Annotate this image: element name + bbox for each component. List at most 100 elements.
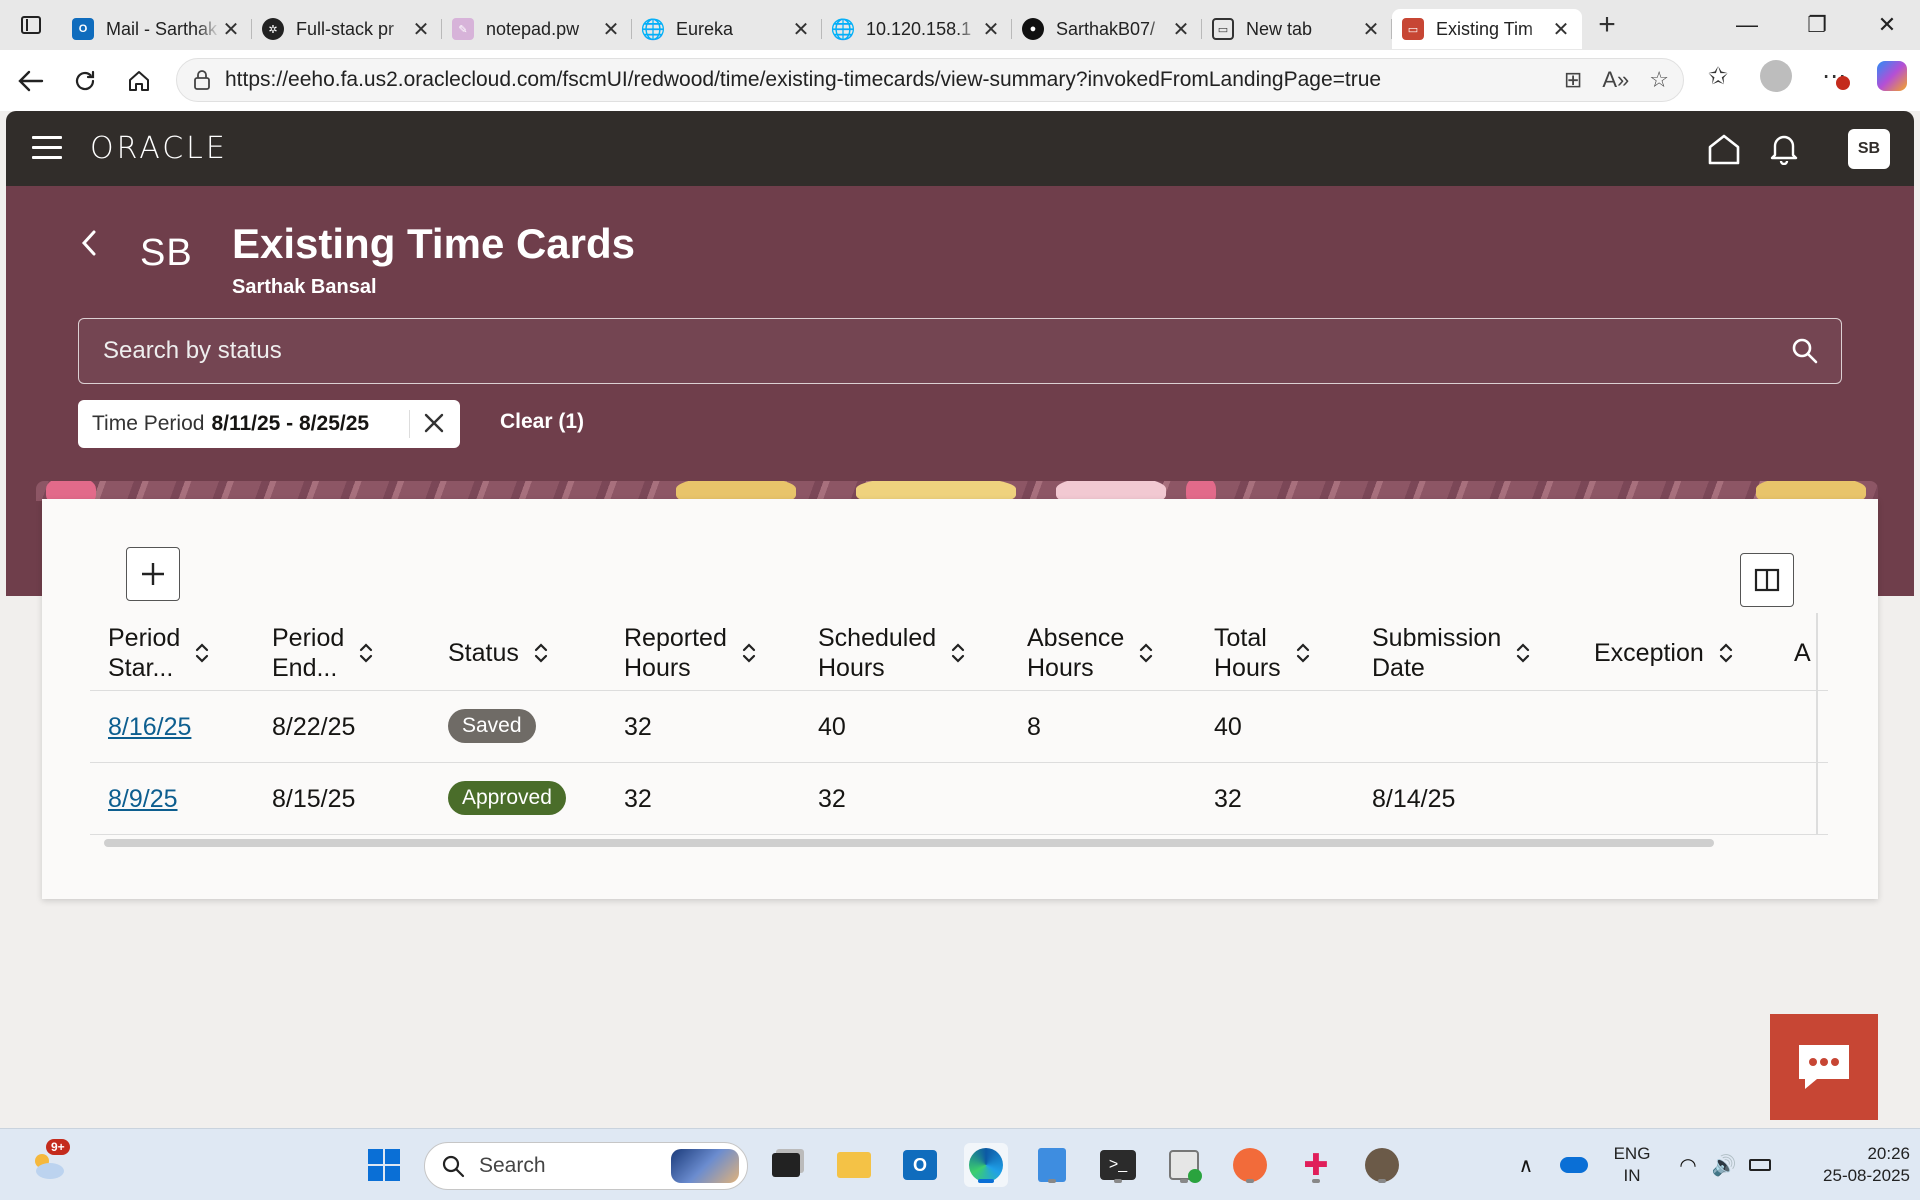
close-icon[interactable]: ✕ [600,17,622,42]
close-icon[interactable]: ✕ [980,17,1002,42]
edge-icon[interactable] [964,1143,1008,1187]
column-header-text: Star... [108,654,174,682]
profile-avatar[interactable] [1758,58,1794,94]
browser-tab[interactable]: ✎ notepad.pw ✕ [442,9,632,49]
tab-title: 10.120.158.1 [866,18,972,39]
browser-tab[interactable]: 🌐 Eureka ✕ [632,9,822,49]
column-header-total-hours[interactable]: Total Hours [1214,623,1311,683]
more-options-icon[interactable]: ⋯ [1816,58,1852,94]
search-icon[interactable] [1791,337,1819,365]
back-button[interactable] [4,59,58,103]
sort-icon[interactable] [194,641,210,665]
table-row[interactable]: 8/9/25 8/15/25 Approved 32 32 32 8/14/25 [90,763,1828,835]
notifications-bell-icon[interactable] [1762,127,1806,171]
file-explorer-icon[interactable] [832,1143,876,1187]
weather-icon[interactable]: 9+ [26,1139,70,1187]
horizontal-scrollbar[interactable] [90,837,1828,849]
copilot-icon[interactable] [1874,58,1910,94]
column-header-absence-hours[interactable]: Absence Hours [1027,623,1154,683]
period-start-link[interactable]: 8/16/25 [108,713,191,741]
user-menu-badge[interactable]: SB [1848,129,1890,169]
app-available-icon[interactable]: ⊞ [1564,67,1582,93]
favorite-star-icon[interactable]: ☆ [1649,67,1669,93]
column-header-period-start[interactable]: Period Star... [108,623,210,683]
restore-button[interactable]: ❐ [1782,0,1852,50]
close-icon[interactable]: ✕ [220,17,242,42]
feedback-chat-button[interactable] [1770,1014,1878,1120]
sort-icon[interactable] [533,641,549,665]
scrollbar-thumb[interactable] [104,839,1714,847]
column-header-exception[interactable]: Exception [1594,638,1734,668]
close-icon[interactable]: ✕ [790,17,812,42]
home-button[interactable] [112,59,166,103]
column-header-status[interactable]: Status [448,638,549,668]
table-row[interactable]: 8/16/25 8/22/25 Saved 32 40 8 40 [90,691,1828,763]
read-aloud-icon[interactable]: A» [1602,67,1629,93]
battery-icon[interactable] [1738,1143,1782,1187]
browser-tab-active[interactable]: ▭ Existing Tim ✕ [1392,9,1582,49]
tab-actions-menu[interactable] [0,0,62,50]
back-arrow-icon [18,70,44,91]
task-view-icon[interactable] [764,1143,808,1187]
browser-tab[interactable]: ● SarthakB07/ ✕ [1012,9,1202,49]
browser-tab[interactable]: O Mail - Sarthak ✕ [62,9,252,49]
period-start-cell[interactable]: 8/9/25 [108,785,178,814]
address-bar[interactable]: https://eeho.fa.us2.oraclecloud.com/fscm… [176,58,1684,102]
oracle-logo[interactable]: ORACLE [90,131,228,166]
avatar: SB [140,232,193,274]
language-indicator[interactable]: ENG IN [1610,1143,1654,1187]
new-tab-button[interactable]: + [1582,8,1632,42]
column-header-reported-hours[interactable]: Reported Hours [624,623,757,683]
sort-icon[interactable] [1138,641,1154,665]
start-windows-icon[interactable] [362,1143,406,1187]
column-header-submission-date[interactable]: Submission Date [1372,623,1531,683]
show-hidden-icons-chevron[interactable]: ∧ [1504,1143,1548,1187]
onedrive-cloud-icon[interactable] [1552,1143,1596,1187]
refresh-button[interactable] [58,59,112,103]
region-code: IN [1623,1166,1641,1185]
close-icon[interactable]: ✕ [1360,17,1382,42]
sort-icon[interactable] [358,641,374,665]
period-start-link[interactable]: 8/9/25 [108,785,178,813]
pattern-blob [1756,481,1866,501]
minimize-button[interactable]: — [1712,0,1782,50]
browser-navbar: https://eeho.fa.us2.oraclecloud.com/fscm… [0,50,1920,111]
period-start-cell[interactable]: 8/16/25 [108,713,191,742]
notepad-icon[interactable] [1030,1143,1074,1187]
column-header-text: Status [448,639,519,667]
browser-tab[interactable]: ✲ Full-stack pr ✕ [252,9,442,49]
column-header-truncated[interactable]: A [1794,638,1811,668]
back-chevron-icon[interactable] [80,228,98,265]
column-header-scheduled-hours[interactable]: Scheduled Hours [818,623,966,683]
column-layout-button[interactable] [1740,553,1794,607]
close-icon[interactable]: ✕ [410,17,432,42]
app-gear-icon[interactable] [1360,1143,1404,1187]
slack-icon[interactable]: ✚ [1294,1143,1338,1187]
remove-filter-icon[interactable] [420,409,448,437]
terminal-icon[interactable]: >_ [1096,1143,1140,1187]
postman-icon[interactable] [1228,1143,1272,1187]
sort-icon[interactable] [1718,641,1734,665]
clock[interactable]: 20:26 25-08-2025 [1790,1143,1910,1187]
column-header-period-end[interactable]: Period End... [272,623,374,683]
sort-icon[interactable] [950,641,966,665]
clear-filters-button[interactable]: Clear (1) [500,410,584,434]
sort-icon[interactable] [1295,641,1311,665]
favorites-icon[interactable]: ✩ [1700,58,1736,94]
close-icon[interactable]: ✕ [1550,17,1572,42]
time-period-filter-chip[interactable]: Time Period 8/11/25 - 8/25/25 [78,400,460,448]
sort-icon[interactable] [1515,641,1531,665]
browser-tab[interactable]: 🌐 10.120.158.1 ✕ [822,9,1012,49]
window-close-button[interactable]: ✕ [1852,0,1920,50]
taskbar-search-box[interactable]: Search [424,1142,748,1190]
search-input[interactable] [79,319,1841,383]
sort-icon[interactable] [741,641,757,665]
home-icon[interactable] [1702,127,1746,171]
hamburger-menu-icon[interactable] [32,136,62,160]
browser-tab[interactable]: ▭ New tab ✕ [1202,9,1392,49]
close-icon[interactable]: ✕ [1170,17,1192,42]
media-player-icon[interactable] [1162,1143,1206,1187]
tab-title: Mail - Sarthak [106,18,218,39]
outlook-icon[interactable]: O [898,1143,942,1187]
add-timecard-button[interactable] [126,547,180,601]
